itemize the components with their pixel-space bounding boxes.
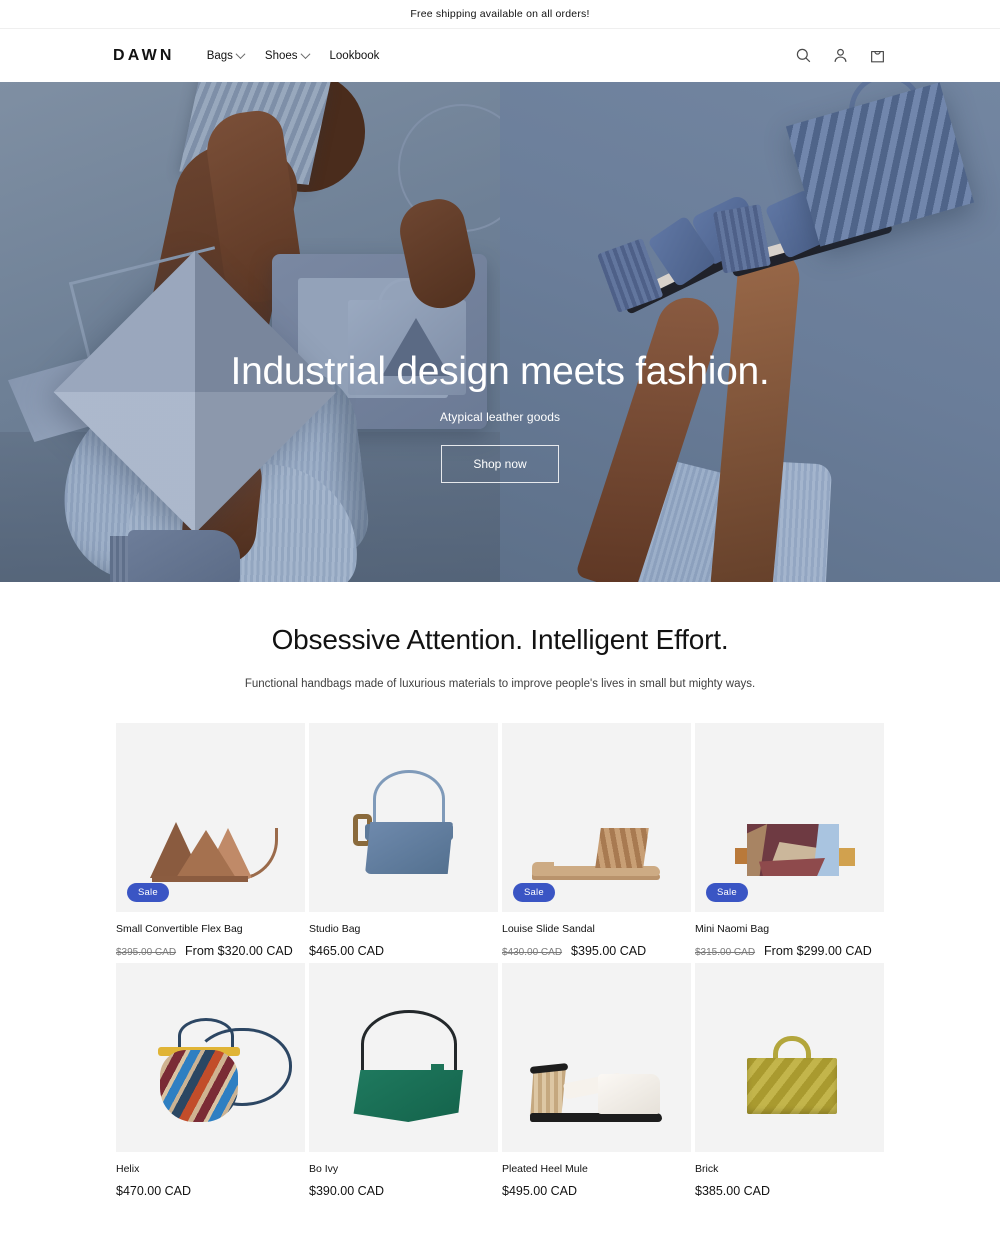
compare-at-price: $395.00 CAD xyxy=(116,947,177,958)
product-price-row: $465.00 CAD xyxy=(309,944,498,958)
product-price-row: $385.00 CAD xyxy=(695,1184,884,1198)
product-title[interactable]: Brick xyxy=(695,1163,884,1175)
product-price: From $320.00 CAD xyxy=(185,944,293,958)
nav-item-label: Lookbook xyxy=(329,49,380,62)
bag-body xyxy=(160,1050,238,1122)
product-price: $495.00 CAD xyxy=(502,1184,578,1198)
status-badge: Sale xyxy=(513,883,555,902)
nav-item-bags[interactable]: Bags xyxy=(206,49,246,62)
bag-top-handle xyxy=(773,1036,811,1060)
hero-content: Industrial design meets fashion. Atypica… xyxy=(0,82,1000,582)
section-subtitle: Functional handbags made of luxurious ma… xyxy=(244,678,756,690)
product-title[interactable]: Louise Slide Sandal xyxy=(502,923,691,935)
nav-item-label: Shoes xyxy=(264,49,298,62)
shoe-sole xyxy=(530,1113,662,1122)
product-title[interactable]: Mini Naomi Bag xyxy=(695,923,884,935)
product-card[interactable]: Studio Bag $465.00 CAD xyxy=(309,723,498,958)
product-card[interactable]: Sale Louise Slide Sandal $430.00 CAD $39… xyxy=(502,723,691,958)
product-image[interactable] xyxy=(695,963,884,1152)
product-title[interactable]: Studio Bag xyxy=(309,923,498,935)
product-title[interactable]: Bo Ivy xyxy=(309,1163,498,1175)
bag-body xyxy=(365,822,453,874)
product-price: $470.00 CAD xyxy=(116,1184,192,1198)
cart-icon[interactable] xyxy=(868,46,887,65)
sandal-heel xyxy=(532,862,554,872)
product-image[interactable] xyxy=(309,723,498,912)
richtext-section: Obsessive Attention. Intelligent Effort.… xyxy=(0,582,1000,690)
hero-banner: Industrial design meets fashion. Atypica… xyxy=(0,82,1000,582)
site-logo[interactable]: DAWN xyxy=(113,47,175,65)
product-card[interactable]: Pleated Heel Mule $495.00 CAD xyxy=(502,963,691,1198)
nav-item-shoes[interactable]: Shoes xyxy=(264,49,310,62)
product-price-row: $430.00 CAD $395.00 CAD xyxy=(502,944,691,958)
bag-facet xyxy=(176,830,236,878)
helix-art xyxy=(116,963,305,1152)
bag-body xyxy=(353,1070,463,1122)
shoe-toe-box xyxy=(598,1074,660,1114)
product-price-row: $470.00 CAD xyxy=(116,1184,305,1198)
studio-bag-art xyxy=(309,723,498,912)
status-badge: Sale xyxy=(127,883,169,902)
bag-facet xyxy=(759,858,825,876)
status-badge: Sale xyxy=(706,883,748,902)
product-image[interactable] xyxy=(309,963,498,1152)
bag-body xyxy=(747,1058,837,1114)
product-price-row: $390.00 CAD xyxy=(309,1184,498,1198)
hero-subtitle: Atypical leather goods xyxy=(439,409,561,424)
product-image[interactable]: Sale xyxy=(695,723,884,912)
shop-now-button[interactable]: Shop now xyxy=(441,444,559,483)
product-price-row: $495.00 CAD xyxy=(502,1184,691,1198)
announcement-text: Free shipping available on all orders! xyxy=(410,8,590,20)
product-price-row: $395.00 CAD From $320.00 CAD xyxy=(116,944,305,958)
product-title[interactable]: Pleated Heel Mule xyxy=(502,1163,691,1175)
hero-title: Industrial design meets fashion. xyxy=(230,350,770,394)
product-title[interactable]: Small Convertible Flex Bag xyxy=(116,923,305,935)
section-title: Obsessive Attention. Intelligent Effort. xyxy=(271,624,729,655)
bag-handle xyxy=(373,770,445,828)
account-icon[interactable] xyxy=(831,46,850,65)
product-image[interactable] xyxy=(502,963,691,1152)
product-price-row: $315.00 CAD From $299.00 CAD xyxy=(695,944,884,958)
product-card[interactable]: Brick $385.00 CAD xyxy=(695,963,884,1198)
product-card[interactable]: Helix $470.00 CAD xyxy=(116,963,305,1198)
header-actions xyxy=(794,46,887,65)
nav-item-lookbook[interactable]: Lookbook xyxy=(330,50,380,62)
product-price: $465.00 CAD xyxy=(309,944,385,958)
chevron-down-icon xyxy=(300,49,310,60)
product-image[interactable]: Sale xyxy=(502,723,691,912)
product-image[interactable] xyxy=(116,963,305,1152)
bag-base xyxy=(152,876,248,882)
nav-item-label: Bags xyxy=(206,49,233,62)
pleated-heel-mule-art xyxy=(502,963,691,1152)
product-price: From $299.00 CAD xyxy=(764,944,872,958)
bo-ivy-art xyxy=(309,963,498,1152)
compare-at-price: $315.00 CAD xyxy=(695,947,756,958)
product-grid: Sale Small Convertible Flex Bag $395.00 … xyxy=(0,690,1000,1198)
compare-at-price: $430.00 CAD xyxy=(502,947,563,958)
product-price: $390.00 CAD xyxy=(309,1184,385,1198)
product-price: $395.00 CAD xyxy=(571,944,647,958)
bag-belt-right xyxy=(837,848,855,866)
product-card[interactable]: Bo Ivy $390.00 CAD xyxy=(309,963,498,1198)
brick-art xyxy=(695,963,884,1152)
product-image[interactable]: Sale xyxy=(116,723,305,912)
product-card[interactable]: Sale Mini Naomi Bag $315.00 CAD From $29… xyxy=(695,723,884,958)
main-navigation: Bags Shoes Lookbook xyxy=(206,49,380,62)
product-title[interactable]: Helix xyxy=(116,1163,305,1175)
chevron-down-icon xyxy=(235,49,246,60)
site-header: DAWN Bags Shoes Lookbook xyxy=(0,29,1000,82)
bag-body xyxy=(747,824,839,876)
announcement-bar: Free shipping available on all orders! xyxy=(0,0,1000,29)
product-card[interactable]: Sale Small Convertible Flex Bag $395.00 … xyxy=(116,723,305,958)
sandal-pleated-strap xyxy=(595,828,649,868)
product-price: $385.00 CAD xyxy=(695,1184,771,1198)
search-icon[interactable] xyxy=(794,46,813,65)
